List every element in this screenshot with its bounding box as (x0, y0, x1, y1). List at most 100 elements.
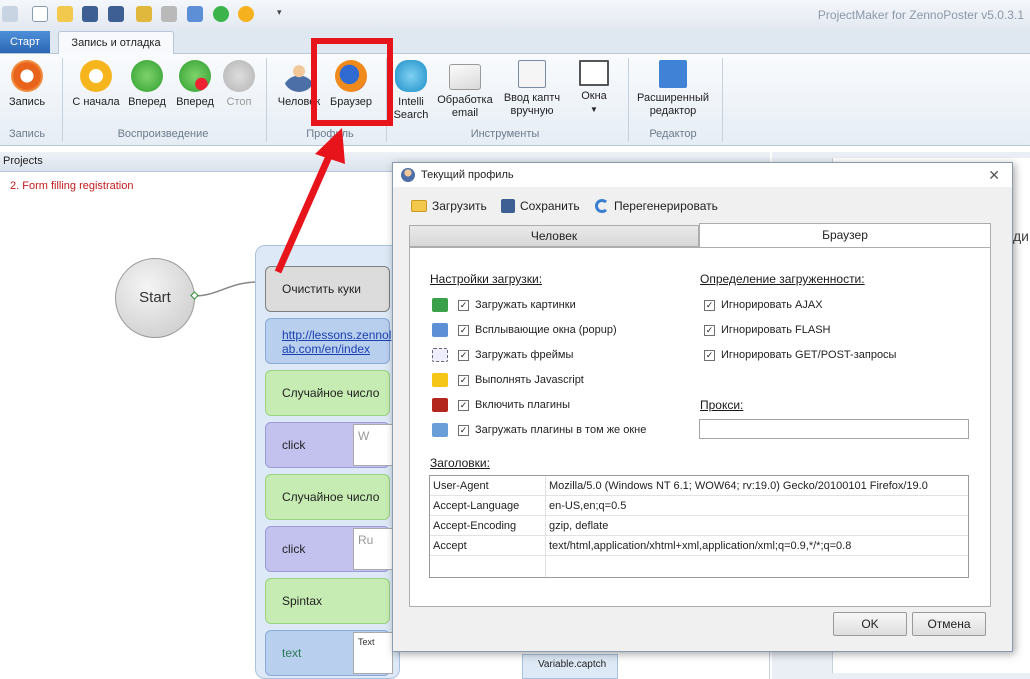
action-detail: Ru (353, 528, 393, 570)
table-row[interactable] (430, 556, 968, 577)
intelli-search-icon (395, 60, 427, 92)
save-as-icon[interactable] (108, 6, 124, 22)
headers-table: User-Agent Mozilla/5.0 (Windows NT 6.1; W… (429, 475, 969, 578)
record-button[interactable]: Запись (4, 60, 50, 109)
expand-icon (659, 60, 687, 88)
group-tools: Инструменты (470, 128, 540, 140)
record-icon (11, 60, 43, 92)
cancel-button[interactable]: Отмена (912, 612, 986, 636)
ignore-getpost-checkbox[interactable]: ✓ Игнорировать GET/POST-запросы (704, 345, 896, 365)
stop-icon (223, 60, 255, 92)
email-processing-button[interactable]: Обработка email (434, 60, 496, 120)
stop-button[interactable]: Стоп (218, 60, 260, 109)
table-row[interactable]: User-Agent Mozilla/5.0 (Windows NT 6.1; W… (430, 476, 968, 496)
popups-checkbox[interactable]: ✓ Всплывающие окна (popup) (432, 320, 617, 340)
restart-icon[interactable] (238, 6, 254, 22)
undo-icon[interactable] (136, 6, 152, 22)
app-title: ProjectMaker for ZennoPoster v5.0.3.1 (817, 8, 1024, 22)
checkmark-icon: ✓ (458, 349, 469, 361)
app-menu-icon[interactable] (2, 6, 18, 22)
plugins-same-window-checkbox[interactable]: ✓ Загружать плагины в том же окне (432, 420, 646, 440)
regenerate-profile-button[interactable]: Перегенерировать (595, 199, 718, 213)
open-folder-icon[interactable] (57, 6, 73, 22)
new-file-icon[interactable] (32, 6, 48, 22)
ignore-flash-checkbox[interactable]: ✓ Игнорировать FLASH (704, 320, 830, 340)
manual-captcha-button[interactable]: Ввод каптч вручную (500, 60, 564, 118)
table-row[interactable]: Accept-Language en-US,en;q=0.5 (430, 496, 968, 516)
checkmark-icon: ✓ (704, 349, 715, 361)
play-record-icon (179, 60, 211, 92)
load-frames-checkbox[interactable]: ✓ Загружать фреймы (432, 345, 573, 365)
restart-icon (80, 60, 112, 92)
load-profile-button[interactable]: Загрузить (411, 199, 487, 213)
checkmark-icon: ✓ (458, 374, 469, 386)
table-row[interactable]: Accept-Encoding gzip, deflate (430, 516, 968, 536)
checkmark-icon: ✓ (458, 424, 469, 436)
profile-dialog: Текущий профиль ✕ Загрузить Сохранить Пе… (392, 162, 1013, 652)
lightning-icon (432, 373, 448, 387)
group-editor: Редактор (649, 128, 697, 140)
save-icon (501, 199, 515, 213)
chevron-down-icon: ▼ (590, 105, 598, 114)
load-images-checkbox[interactable]: ✓ Загружать картинки (432, 295, 576, 315)
image-icon (432, 298, 448, 312)
action-spintax[interactable]: Spintax (265, 578, 390, 624)
action-navigate-url[interactable]: http://lessons.zennol ab.com/en/index (265, 318, 391, 364)
checkmark-icon: ✓ (704, 299, 715, 311)
checkmark-icon: ✓ (704, 324, 715, 336)
windows-icon (579, 60, 609, 86)
javascript-checkbox[interactable]: ✓ Выполнять Javascript (432, 370, 584, 390)
variable-node[interactable]: Variable.captch (522, 654, 618, 679)
dialog-title-bar: Текущий профиль ✕ (393, 163, 1012, 187)
tab-record-debug[interactable]: Запись и отладка (58, 31, 174, 55)
start-node[interactable]: Start (115, 258, 195, 338)
ignore-ajax-checkbox[interactable]: ✓ Игнорировать AJAX (704, 295, 823, 315)
close-icon[interactable]: ✕ (988, 167, 1000, 184)
busy-detection-heading: Определение загруженности: (700, 272, 865, 286)
person-icon (401, 168, 415, 182)
flash-icon (432, 398, 448, 412)
checkmark-icon: ✓ (458, 324, 469, 336)
from-start-button[interactable]: С начала (70, 60, 122, 109)
save-profile-button[interactable]: Сохранить (501, 199, 580, 213)
group-playback: Воспроизведение (117, 128, 209, 140)
action-detail: W (353, 424, 393, 466)
windows-button[interactable]: Окна ▼ (572, 60, 616, 116)
open-folder-icon (411, 200, 427, 212)
action-random-number[interactable]: Случайное число (265, 474, 390, 520)
captcha-icon (518, 60, 546, 88)
forward-breakpoint-button[interactable]: Вперед (172, 60, 218, 109)
ribbon-separator (722, 58, 723, 142)
envelope-icon (449, 64, 481, 90)
dialog-title: Текущий профиль (421, 169, 514, 181)
forward-button[interactable]: Вперед (124, 60, 170, 109)
checkmark-icon: ✓ (458, 399, 469, 411)
checkmark-icon: ✓ (458, 299, 469, 311)
ok-button[interactable]: OK (833, 612, 907, 636)
action-detail: Text (353, 632, 393, 674)
proxy-input[interactable] (699, 419, 969, 439)
intelli-search-button[interactable]: Intelli Search (390, 60, 432, 122)
play-icon[interactable] (213, 6, 229, 22)
play-icon (131, 60, 163, 92)
proxy-label: Прокси: (700, 398, 744, 412)
table-row[interactable]: Accept text/html,application/xhtml+xml,ap… (430, 536, 968, 556)
headers-heading: Заголовки: (430, 456, 490, 470)
action-clear-cookies[interactable]: Очистить куки (265, 266, 390, 312)
tab-start[interactable]: Старт (0, 31, 50, 53)
redo-icon[interactable] (161, 6, 177, 22)
load-settings-heading: Настройки загрузки: (430, 272, 543, 286)
ribbon-separator (62, 58, 63, 142)
refresh-icon (595, 199, 609, 213)
qa-dropdown-icon[interactable]: ▾ (277, 7, 282, 18)
ribbon-separator (266, 58, 267, 142)
action-random-number[interactable]: Случайное число (265, 370, 390, 416)
tab-human[interactable]: Человек (409, 225, 699, 247)
save-icon[interactable] (82, 6, 98, 22)
title-bar: ▾ ProjectMaker for ZennoPoster v5.0.3.1 (0, 0, 1030, 30)
tab-browser[interactable]: Браузер (699, 223, 991, 248)
page-icon[interactable] (187, 6, 203, 22)
advanced-editor-button[interactable]: Расширенный редактор (634, 60, 712, 118)
plugins-checkbox[interactable]: ✓ Включить плагины (432, 395, 570, 415)
window-icon (432, 423, 448, 437)
